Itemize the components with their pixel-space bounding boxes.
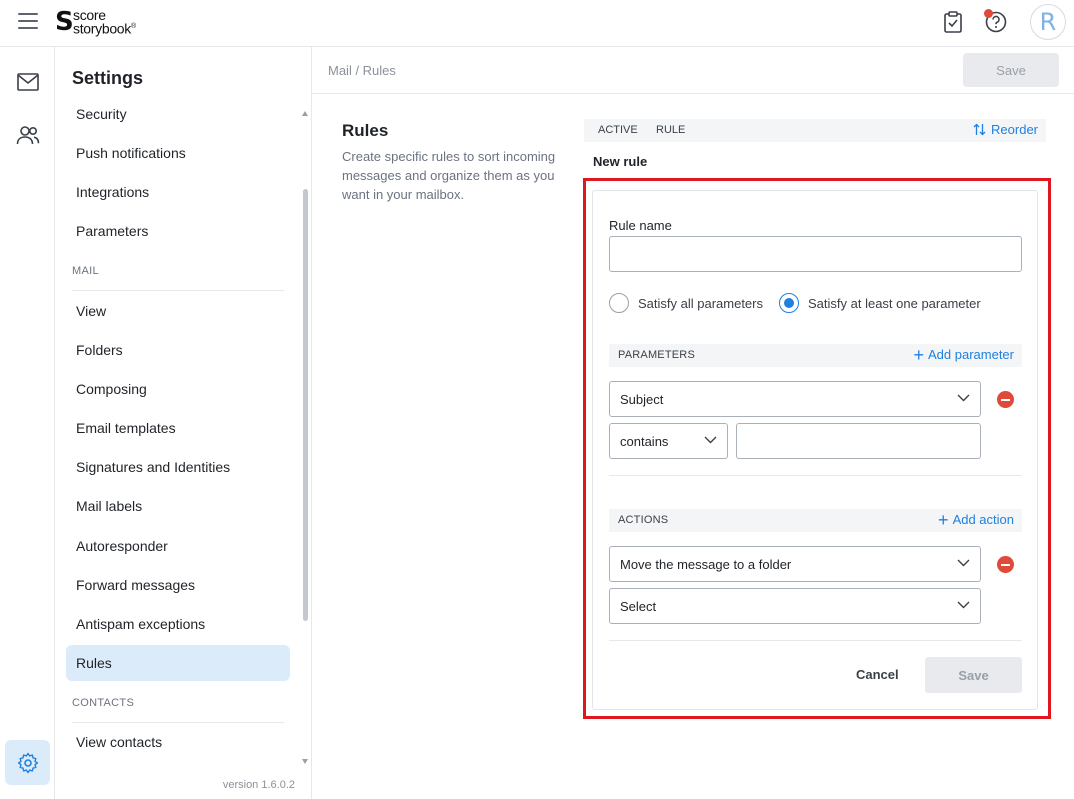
action-folder-select[interactable]: Select (609, 588, 981, 624)
hamburger-menu-icon[interactable] (18, 13, 38, 31)
plus-icon: + (938, 509, 949, 530)
reorder-label: Reorder (991, 122, 1038, 137)
form-save-button[interactable]: Save (925, 657, 1022, 693)
logo-line-1: score (73, 7, 106, 24)
new-rule-heading: New rule (593, 154, 648, 169)
nav-item-antispam[interactable]: Antispam exceptions (66, 606, 290, 642)
action-type-value: Move the message to a folder (620, 556, 792, 572)
nav-item-autoresponder[interactable]: Autoresponder (66, 528, 290, 564)
nav-item-rules[interactable]: Rules (66, 645, 290, 681)
rule-name-label: Rule name (609, 218, 672, 233)
header-save-button[interactable]: Save (963, 53, 1059, 87)
logo-line-2: storybook (73, 20, 131, 37)
column-header-rule: RULE (656, 124, 686, 136)
add-parameter-label: Add parameter (928, 347, 1014, 362)
envelope-icon (16, 72, 39, 91)
page-description: Create specific rules to sort incoming m… (342, 149, 556, 202)
add-action-button[interactable]: + Add action (938, 509, 1014, 530)
version-label: version 1.6.0.2 (222, 779, 295, 791)
parameter-field-select[interactable]: Subject (609, 381, 981, 417)
add-parameter-button[interactable]: + Add parameter (913, 344, 1014, 365)
rule-name-input[interactable] (609, 236, 1022, 272)
add-action-label: Add action (952, 512, 1014, 527)
divider (72, 290, 284, 291)
scrollbar-thumb[interactable] (303, 189, 308, 621)
parameter-value-input[interactable] (736, 423, 981, 459)
nav-item-view-contacts[interactable]: View contacts (66, 724, 290, 760)
column-header-active: ACTIVE (598, 124, 638, 136)
radio-satisfy-all-label: Satisfy all parameters (638, 295, 763, 311)
cancel-button[interactable]: Cancel (856, 667, 899, 682)
actions-label: ACTIONS (618, 514, 669, 526)
nav-item-push-notifications[interactable]: Push notifications (66, 135, 290, 171)
nav-item-folders[interactable]: Folders (66, 332, 290, 368)
settings-sidebar: Settings Security Push notifications Int… (55, 47, 312, 799)
app-rail (0, 47, 55, 799)
app-logo[interactable]: S score storybook® (55, 8, 136, 36)
nav-item-signatures[interactable]: Signatures and Identities (66, 449, 290, 485)
parameter-field-value: Subject (620, 391, 664, 407)
settings-app-button[interactable] (5, 740, 50, 785)
radio-satisfy-any[interactable]: Satisfy at least one parameter (779, 293, 981, 313)
logo-s-mark: S (55, 7, 74, 37)
nav-item-forward-messages[interactable]: Forward messages (66, 567, 290, 603)
radio-satisfy-all[interactable]: Satisfy all parameters (609, 293, 763, 313)
nav-item-mail-labels[interactable]: Mail labels (66, 488, 290, 524)
nav-item-security[interactable]: Security (66, 96, 290, 132)
action-type-select[interactable]: Move the message to a folder (609, 546, 981, 582)
users-icon (16, 125, 39, 144)
parameter-operator-select[interactable]: contains (609, 423, 728, 459)
main-content: Mail / Rules Save Rules Create specific … (312, 47, 1074, 799)
parameter-operator-value: contains (620, 433, 669, 449)
settings-title: Settings (72, 68, 144, 88)
remove-parameter-button[interactable] (997, 391, 1014, 408)
radio-button[interactable] (609, 293, 629, 313)
breadcrumb: Mail / Rules (328, 63, 396, 78)
chevron-down-icon (957, 559, 970, 567)
plus-icon: + (913, 344, 924, 365)
content-header: Mail / Rules Save (312, 47, 1074, 94)
chevron-down-icon (957, 394, 970, 402)
actions-header: ACTIONS + Add action (609, 509, 1022, 532)
section-label-contacts: CONTACTS (72, 697, 135, 709)
section-label-mail: MAIL (72, 265, 99, 277)
minus-icon (1001, 563, 1010, 566)
radio-button-checked[interactable] (779, 293, 799, 313)
divider (609, 475, 1022, 476)
remove-action-button[interactable] (997, 556, 1014, 573)
nav-item-view[interactable]: View (66, 293, 290, 329)
radio-satisfy-any-label: Satisfy at least one parameter (808, 295, 981, 311)
notification-dot (984, 9, 993, 18)
mail-app-button[interactable] (5, 59, 50, 104)
avatar[interactable]: R (1030, 4, 1066, 40)
contacts-app-button[interactable] (5, 112, 50, 157)
page-title: Rules (342, 121, 389, 140)
reorder-button[interactable]: Reorder (973, 122, 1038, 137)
logo-reg-mark: ® (131, 23, 136, 31)
clipboard-check-icon[interactable] (940, 9, 966, 35)
parameters-label: PARAMETERS (618, 349, 695, 361)
new-rule-form: Rule name Satisfy all parameters Satisfy… (592, 190, 1038, 710)
minus-icon (1001, 398, 1010, 401)
sort-arrows-icon (973, 123, 986, 136)
chevron-down-icon (704, 436, 717, 444)
top-bar: S score storybook® R (0, 0, 1074, 47)
nav-item-parameters[interactable]: Parameters (66, 213, 290, 249)
nav-item-email-templates[interactable]: Email templates (66, 410, 290, 446)
scroll-up-arrow[interactable] (302, 111, 308, 116)
nav-item-integrations[interactable]: Integrations (66, 174, 290, 210)
nav-item-composing[interactable]: Composing (66, 371, 290, 407)
scroll-down-arrow[interactable] (302, 759, 308, 764)
chevron-down-icon (957, 601, 970, 609)
action-folder-value: Select (620, 598, 657, 614)
rules-table-header: ACTIVE RULE Reorder (584, 119, 1046, 142)
divider (609, 640, 1022, 641)
gear-icon (17, 752, 38, 773)
parameters-header: PARAMETERS + Add parameter (609, 344, 1022, 367)
divider (72, 722, 284, 723)
